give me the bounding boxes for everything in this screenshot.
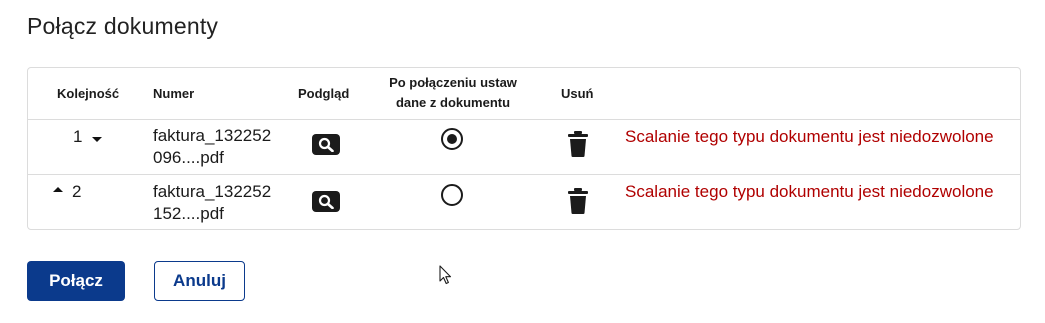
merge-button[interactable]: Połącz xyxy=(27,261,125,301)
column-header-set-data-line1: Po połączeniu ustaw xyxy=(389,75,517,90)
mouse-pointer-icon xyxy=(439,265,452,285)
set-data-radio[interactable] xyxy=(441,128,463,150)
order-value: 2 xyxy=(72,182,82,201)
preview-button[interactable] xyxy=(312,191,340,212)
preview-button[interactable] xyxy=(312,134,340,155)
document-number: faktura_132252 096....pdf xyxy=(153,125,271,169)
cancel-button[interactable]: Anuluj xyxy=(154,261,245,301)
document-number-line2: 152....pdf xyxy=(153,204,224,223)
trash-icon[interactable] xyxy=(568,131,588,157)
document-number-line1: faktura_132252 xyxy=(153,126,272,145)
column-header-set-data-line2: dane z dokumentu xyxy=(395,95,511,110)
trash-icon[interactable] xyxy=(568,188,588,214)
order-value: 1 xyxy=(73,127,83,146)
header-divider xyxy=(28,119,1020,120)
merge-documents-dialog: Połącz dokumenty Kolejność Numer Podgląd… xyxy=(0,0,1045,323)
caret-up-icon[interactable] xyxy=(53,187,63,192)
column-header-number: Numer xyxy=(153,86,195,101)
column-header-preview: Podgląd xyxy=(298,86,350,101)
merge-error-message: Scalanie tego typu dokumentu jest niedoz… xyxy=(625,182,994,201)
set-data-radio[interactable] xyxy=(441,184,463,206)
document-number-line2: 096....pdf xyxy=(153,148,224,167)
row-divider xyxy=(28,174,1020,175)
documents-table: Kolejność Numer Podgląd Po połączeniu us… xyxy=(27,67,1021,230)
column-header-remove: Usuń xyxy=(561,86,594,101)
page-title: Połącz dokumenty xyxy=(27,13,219,39)
column-header-set-data: Po połączeniu ustaw dane z dokumentu xyxy=(368,73,538,113)
column-header-order: Kolejność xyxy=(57,86,120,101)
magnifier-icon xyxy=(318,194,334,209)
caret-down-icon[interactable] xyxy=(92,137,102,142)
document-number: faktura_132252 152....pdf xyxy=(153,181,271,225)
radio-selected-dot xyxy=(447,134,457,144)
merge-error-message: Scalanie tego typu dokumentu jest niedoz… xyxy=(625,127,994,146)
magnifier-icon xyxy=(318,137,334,152)
document-number-line1: faktura_132252 xyxy=(153,182,272,201)
